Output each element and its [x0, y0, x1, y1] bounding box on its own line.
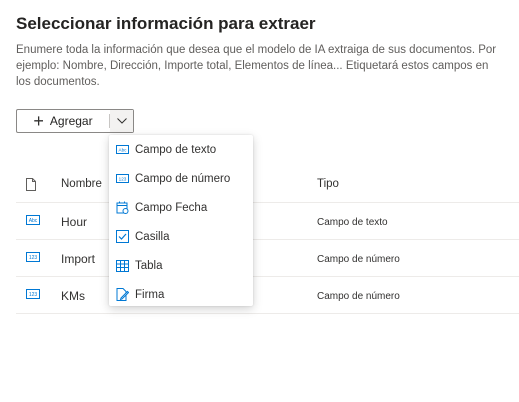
- menu-item-label: Campo Fecha: [135, 201, 208, 214]
- svg-text:Abc: Abc: [119, 148, 128, 153]
- add-button[interactable]: + Agregar: [17, 110, 109, 132]
- menu-item-checkbox[interactable]: Casilla: [109, 222, 253, 251]
- row-name: Import: [61, 252, 96, 266]
- column-header-type[interactable]: Tipo: [317, 178, 339, 190]
- menu-item-text-field[interactable]: Abc Campo de texto: [109, 135, 253, 164]
- add-button-label: Agregar: [49, 114, 93, 128]
- text-field-icon: Abc: [26, 215, 40, 225]
- add-field-menu: Abc Campo de texto 123 Campo de número C…: [109, 135, 253, 306]
- add-split-button: + Agregar: [16, 109, 134, 133]
- table-row[interactable]: 123 KMs Campo de número: [16, 277, 519, 314]
- row-type: Campo de texto: [317, 217, 388, 228]
- menu-item-date-field[interactable]: Campo Fecha: [109, 193, 253, 222]
- chevron-down-icon: [116, 118, 127, 124]
- row-name: KMs: [61, 289, 85, 303]
- column-header-name[interactable]: Nombre: [61, 178, 102, 190]
- plus-icon: +: [33, 111, 44, 131]
- table-icon: [116, 259, 129, 272]
- fields-table: Nombre Tipo Abc Hour Campo de texto 123 …: [16, 166, 519, 314]
- svg-text:123: 123: [29, 255, 38, 261]
- svg-text:Abc: Abc: [29, 218, 38, 224]
- table-row[interactable]: 123 Import Campo de número: [16, 240, 519, 277]
- checkbox-icon: [116, 230, 129, 243]
- calendar-icon: [116, 201, 129, 214]
- row-name: Hour: [61, 215, 88, 229]
- page-description: Enumere toda la información que desea qu…: [16, 44, 497, 88]
- row-type: Campo de número: [317, 254, 400, 265]
- menu-item-label: Casilla: [135, 230, 170, 243]
- menu-item-number-field[interactable]: 123 Campo de número: [109, 164, 253, 193]
- menu-item-label: Firma: [135, 288, 165, 301]
- table-header-row: Nombre Tipo: [16, 166, 519, 203]
- text-field-icon: Abc: [116, 143, 129, 156]
- menu-item-label: Tabla: [135, 259, 163, 272]
- number-field-icon: 123: [26, 252, 40, 262]
- add-dropdown-toggle[interactable]: [110, 110, 133, 132]
- number-field-icon: 123: [116, 172, 129, 185]
- number-field-icon: 123: [26, 289, 40, 299]
- menu-item-signature[interactable]: Firma: [109, 280, 253, 309]
- page-title: Seleccionar información para extraer: [16, 14, 316, 33]
- document-icon: [26, 178, 36, 191]
- menu-item-label: Campo de número: [135, 172, 231, 185]
- svg-text:123: 123: [119, 177, 127, 182]
- table-row[interactable]: Abc Hour Campo de texto: [16, 203, 519, 240]
- svg-text:123: 123: [29, 292, 38, 298]
- row-type: Campo de número: [317, 291, 400, 302]
- menu-item-table[interactable]: Tabla: [109, 251, 253, 280]
- menu-item-label: Campo de texto: [135, 143, 217, 156]
- signature-icon: [116, 288, 129, 301]
